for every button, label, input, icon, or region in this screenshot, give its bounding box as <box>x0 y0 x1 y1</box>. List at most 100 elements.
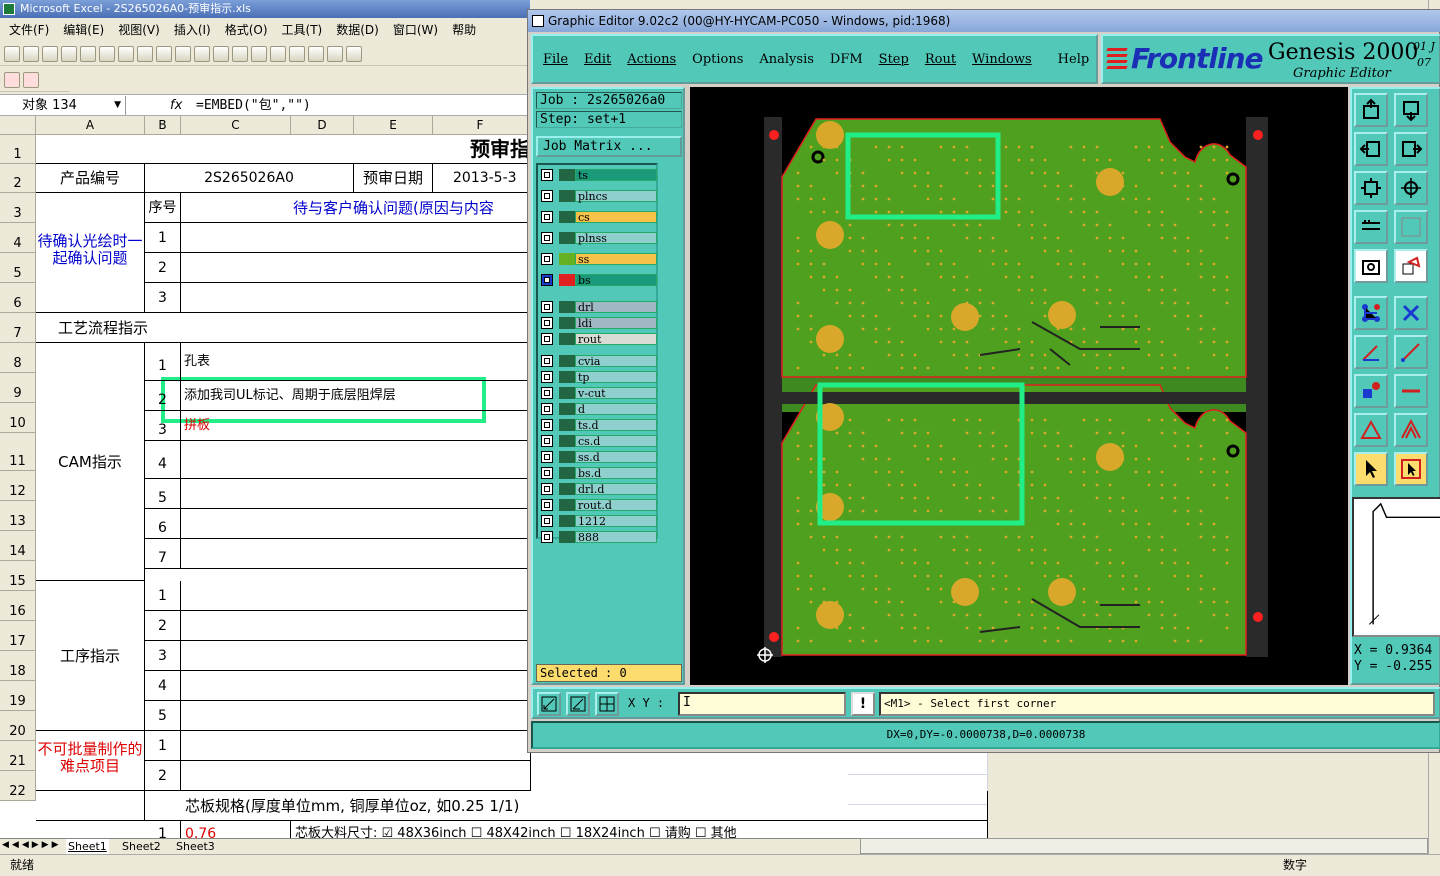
layer-checkbox[interactable] <box>541 274 553 286</box>
menu-help[interactable]: 帮助 <box>445 21 483 38</box>
measure-icon[interactable] <box>566 692 590 716</box>
snap-grid-icon[interactable] <box>595 692 619 716</box>
cam-item-content[interactable] <box>181 479 531 509</box>
core-thickness[interactable]: 0.76 <box>181 821 291 838</box>
triangle-icon[interactable] <box>1354 413 1388 447</box>
date-value[interactable]: 2013-5-3 <box>433 164 531 193</box>
cam-item-seq[interactable]: 2 <box>145 381 181 411</box>
cut-line-icon[interactable] <box>1394 374 1428 408</box>
layer-row-plncs[interactable]: plncs <box>541 189 657 203</box>
pdf-icon[interactable] <box>4 71 20 88</box>
row-header-11[interactable]: 11 <box>0 433 36 471</box>
hard-item-seq[interactable]: 1 <box>145 731 181 761</box>
layer-row-bs.d[interactable]: bs.d <box>541 466 657 480</box>
pending-item-content[interactable] <box>181 223 531 253</box>
layer-checkbox[interactable] <box>541 371 553 383</box>
hard-item-content[interactable] <box>181 731 531 761</box>
print-preview-icon[interactable] <box>118 45 134 62</box>
menu-window[interactable]: 窗口(W) <box>386 21 445 38</box>
layer-name[interactable]: v-cut <box>575 387 657 400</box>
col-header-f[interactable]: F <box>433 116 528 135</box>
layer-name[interactable]: rout.d <box>575 499 657 512</box>
row-header-13[interactable]: 13 <box>0 501 36 531</box>
layer-color-swatch[interactable] <box>559 190 575 202</box>
row-header-17[interactable]: 17 <box>0 621 36 651</box>
cam-item-seq[interactable]: 1 <box>145 343 181 381</box>
layer-name[interactable]: ss.d <box>575 451 657 464</box>
row-header-22[interactable]: 22 <box>0 771 36 801</box>
layer-checkbox[interactable] <box>541 190 553 202</box>
pending-item-seq[interactable]: 1 <box>145 223 181 253</box>
sheet-tab-3[interactable]: Sheet3 <box>174 839 217 854</box>
camera-icon[interactable] <box>1354 249 1388 283</box>
core-spec-header[interactable]: 芯板规格(厚度单位mm, 铜厚单位oz, 如0.25 1/1) <box>145 791 988 821</box>
redo-icon[interactable] <box>270 45 286 62</box>
layer-row-ts.d[interactable]: ts.d <box>541 418 657 432</box>
op-item-seq[interactable]: 2 <box>145 611 181 641</box>
cam-item-content[interactable] <box>181 509 531 539</box>
hard-item-content[interactable] <box>181 761 531 791</box>
core-seq[interactable]: 1 <box>145 821 181 838</box>
op-item-seq[interactable]: 5 <box>145 701 181 731</box>
menu-insert[interactable]: 插入(I) <box>167 21 218 38</box>
layer-name[interactable]: cs.d <box>575 435 657 448</box>
sheet-title[interactable]: 预审指 <box>36 135 531 164</box>
genesis-title-bar[interactable]: Graphic Editor 9.02c2 (00@HY-HYCAM-PC050… <box>528 10 1440 32</box>
new-icon[interactable] <box>4 45 20 62</box>
menu-options[interactable]: Options <box>692 52 743 67</box>
layer-color-swatch[interactable] <box>559 274 575 286</box>
zoom-home-icon[interactable] <box>537 692 561 716</box>
layer-color-swatch[interactable] <box>559 419 575 431</box>
layer-name[interactable]: bs.d <box>575 467 657 480</box>
menu-help[interactable]: Help <box>1058 52 1090 67</box>
layer-row-ss[interactable]: ss <box>541 252 657 266</box>
sheet-tab-2[interactable]: Sheet2 <box>120 839 163 854</box>
format-painter-icon[interactable] <box>232 45 248 62</box>
op-item-content[interactable] <box>181 581 531 611</box>
layer-checkbox[interactable] <box>541 317 553 329</box>
layer-row-cs.d[interactable]: cs.d <box>541 434 657 448</box>
row-header-15[interactable]: 15 <box>0 561 36 591</box>
research-icon[interactable] <box>156 45 172 62</box>
layer-name[interactable]: rout <box>575 333 657 346</box>
row-header-10[interactable]: 10 <box>0 403 36 433</box>
layer-color-swatch[interactable] <box>559 317 575 329</box>
sort-ascending-icon[interactable] <box>327 45 343 62</box>
draw-line-icon[interactable] <box>1394 335 1428 369</box>
col-header-e[interactable]: E <box>354 116 433 135</box>
menu-dfm[interactable]: DFM <box>830 52 863 67</box>
menu-windows[interactable]: Windows <box>972 52 1032 67</box>
layer-color-swatch[interactable] <box>559 403 575 415</box>
row-header-16[interactable]: 16 <box>0 591 36 621</box>
layer-row-rout.d[interactable]: rout.d <box>541 498 657 512</box>
layer-color-swatch[interactable] <box>559 451 575 463</box>
layer-row-cvia[interactable]: cvia <box>541 354 657 368</box>
row-header-18[interactable]: 18 <box>0 651 36 681</box>
move-right-icon[interactable] <box>1394 132 1428 166</box>
row-header-19[interactable]: 19 <box>0 681 36 711</box>
process-flow-label[interactable]: 工艺流程指示 <box>36 313 531 343</box>
row-header-20[interactable]: 20 <box>0 711 36 741</box>
layer-name[interactable]: cs <box>575 211 657 224</box>
hyperlink-icon[interactable] <box>289 45 305 62</box>
move-down-icon[interactable] <box>1394 93 1428 127</box>
layer-row-rout[interactable]: rout <box>541 332 657 346</box>
pending-item-seq[interactable]: 3 <box>145 283 181 313</box>
hard-items-label[interactable]: 不可批量制作的难点项目 <box>36 731 145 791</box>
col-header-d[interactable]: D <box>291 116 354 135</box>
layer-color-swatch[interactable] <box>559 435 575 447</box>
move-left-icon[interactable] <box>1354 132 1388 166</box>
layer-checkbox[interactable] <box>541 253 553 265</box>
layer-row-v-cut[interactable]: v-cut <box>541 386 657 400</box>
cam-item-seq[interactable]: 5 <box>145 479 181 509</box>
layer-name[interactable]: ts.d <box>575 419 657 432</box>
col-header-a[interactable]: A <box>36 116 145 135</box>
layer-color-swatch[interactable] <box>559 253 575 265</box>
col-header-c[interactable]: C <box>181 116 291 135</box>
print-icon[interactable] <box>99 45 115 62</box>
layer-name[interactable]: ts <box>575 169 657 182</box>
job-matrix-button[interactable]: Job Matrix ... <box>536 136 682 157</box>
row-header-7[interactable]: 7 <box>0 313 36 343</box>
layer-name[interactable]: plncs <box>575 190 657 203</box>
layer-checkbox[interactable] <box>541 451 553 463</box>
